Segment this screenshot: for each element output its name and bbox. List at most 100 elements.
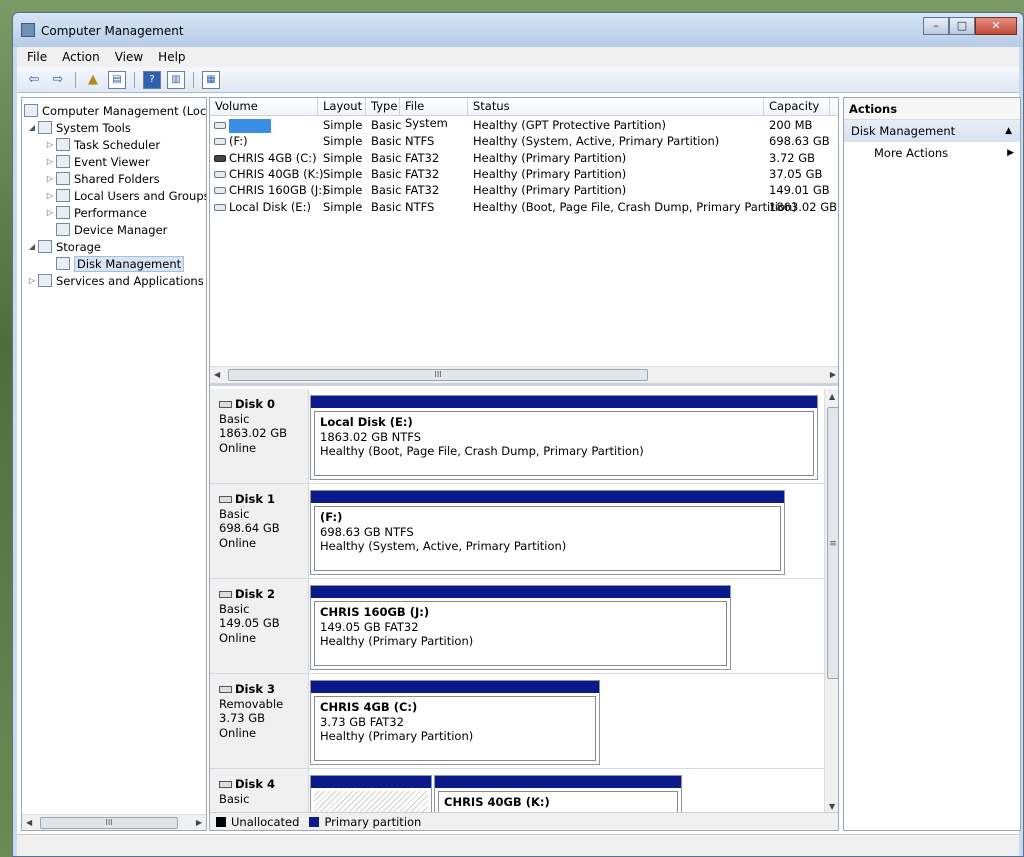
scroll-down-icon[interactable]: ▼ xyxy=(829,802,835,811)
menu-file[interactable]: File xyxy=(27,50,47,64)
tree-item-device-manager[interactable]: Device Manager xyxy=(56,221,167,238)
tree-item-services-applications[interactable]: ▷ Services and Applications xyxy=(26,272,204,289)
maximize-button[interactable]: □ xyxy=(949,17,975,35)
volume-row[interactable]: CHRIS 40GB (K:) Simple Basic FAT32 Healthy (… xyxy=(210,166,838,182)
expand-icon[interactable]: ▷ xyxy=(44,174,56,183)
scroll-right-icon[interactable]: ▶ xyxy=(196,818,202,827)
disk-size: 149.05 GB xyxy=(219,616,280,630)
tree-item-local-users-groups[interactable]: ▷ Local Users and Groups xyxy=(44,187,207,204)
title-bar[interactable]: Computer Management – □ ✕ xyxy=(13,13,1023,47)
status-cell: Healthy (GPT Protective Partition) xyxy=(473,118,667,132)
event-viewer-icon xyxy=(56,155,70,168)
volume-row[interactable]: Simple Basic Healthy (GPT Protective Parti… xyxy=(210,117,838,133)
partition-block[interactable]: Local Disk (E:) 1863.02 GB NTFS Healthy (B… xyxy=(310,395,818,480)
scroll-left-icon[interactable]: ◀ xyxy=(26,818,32,827)
show-hide-tree-icon[interactable]: ▤ xyxy=(108,70,126,89)
up-folder-icon[interactable]: ▲ xyxy=(84,71,102,89)
help-icon[interactable]: ? xyxy=(143,70,161,89)
tree-item-task-scheduler[interactable]: ▷ Task Scheduler xyxy=(44,136,160,153)
tree-item-storage[interactable]: ◢ Storage xyxy=(26,238,101,255)
menu-view[interactable]: View xyxy=(115,50,143,64)
computer-management-window: Computer Management – □ ✕ File Action Vi… xyxy=(12,12,1024,857)
forward-arrow-icon[interactable]: ⇨ xyxy=(49,71,67,89)
menu-help[interactable]: Help xyxy=(158,50,185,64)
more-actions-item[interactable]: More Actions ▶ xyxy=(844,142,1020,164)
tree-item-computer-management[interactable]: Computer Management (Local xyxy=(24,102,206,119)
scroll-left-icon[interactable]: ◀ xyxy=(214,370,220,379)
volume-row[interactable]: CHRIS 4GB (C:) Simple Basic FAT32 Healthy (P… xyxy=(210,150,838,166)
disk-label[interactable]: Disk 1 Basic 698.64 GB Online xyxy=(210,484,309,578)
unallocated-swatch xyxy=(216,816,226,827)
tree-item-event-viewer[interactable]: ▷ Event Viewer xyxy=(44,153,150,170)
tree-item-label: Local Users and Groups xyxy=(74,188,207,203)
status-cell: Healthy (Primary Partition) xyxy=(473,150,627,165)
scroll-thumb[interactable]: III xyxy=(40,817,178,829)
layout-cell: Simple xyxy=(323,150,363,165)
partition-block[interactable]: (F:) 698.63 GB NTFS Healthy (System, Activ… xyxy=(310,490,785,575)
partition-name: CHRIS 4GB (C:) xyxy=(320,700,418,714)
volume-cell: CHRIS 40GB (K:) xyxy=(214,166,324,182)
scroll-thumb[interactable]: III xyxy=(228,369,648,381)
tools-icon xyxy=(38,121,52,134)
disk-view-vertical-scrollbar[interactable]: ▲ ≡ ▼ xyxy=(824,389,838,814)
shared-folder-icon xyxy=(56,172,70,185)
volume-row[interactable]: CHRIS 160GB (J:) Simple Basic FAT32 Healthy … xyxy=(210,182,838,198)
column-capacity[interactable]: Capacity xyxy=(764,98,830,116)
partition-block[interactable]: CHRIS 4GB (C:) 3.73 GB FAT32 Healthy (Prim… xyxy=(310,680,600,765)
volume-list-horizontal-scrollbar[interactable]: ◀ III ▶ xyxy=(210,366,838,383)
hard-disk-icon xyxy=(219,496,232,503)
back-arrow-icon[interactable]: ⇦ xyxy=(25,71,43,89)
tree-item-system-tools[interactable]: ◢ System Tools xyxy=(26,119,131,136)
column-volume[interactable]: Volume xyxy=(210,98,318,116)
column-file-system[interactable]: File System xyxy=(400,98,468,130)
scroll-up-icon[interactable]: ▲ xyxy=(829,392,835,401)
show-hide-action-pane-icon[interactable]: ▥ xyxy=(167,70,185,89)
expand-icon[interactable]: ▷ xyxy=(44,191,56,200)
disk-row: Disk 1 Basic 698.64 GB Online (F:) 698.63 GB… xyxy=(210,484,824,579)
volume-cell: Local Disk (E:) xyxy=(214,199,311,215)
volume-cell: CHRIS 4GB (C:) xyxy=(214,150,317,166)
unallocated-hatch xyxy=(314,791,428,814)
disk-type: Basic xyxy=(219,411,250,426)
column-status[interactable]: Status xyxy=(468,98,764,116)
drive-icon xyxy=(214,187,226,195)
disk-type: Basic xyxy=(219,791,250,806)
unallocated-block[interactable] xyxy=(310,775,432,814)
tree-item-shared-folders[interactable]: ▷ Shared Folders xyxy=(44,170,160,187)
volume-row[interactable]: (F:) Simple Basic NTFS Healthy (System, Acti… xyxy=(210,133,838,149)
volume-list-header: Volume Layout Type File System Status Ca… xyxy=(210,98,838,130)
minimize-button[interactable]: – xyxy=(923,17,949,35)
scroll-right-icon[interactable]: ▶ xyxy=(830,370,836,379)
fs-cell: FAT32 xyxy=(405,166,440,181)
volume-cell: (F:) xyxy=(214,133,248,149)
disk-name-text: Disk 1 xyxy=(235,492,275,506)
expand-icon[interactable]: ▷ xyxy=(44,157,56,166)
disk-graphical-view: Disk 0 Basic 1863.02 GB Online Local Disk (E… xyxy=(210,389,824,814)
collapse-icon[interactable]: ◢ xyxy=(26,242,38,251)
menu-action[interactable]: Action xyxy=(62,50,100,64)
tree-horizontal-scrollbar[interactable]: ◀ III ▶ xyxy=(22,814,206,830)
collapse-arrow-icon[interactable]: ▲ xyxy=(1005,120,1012,142)
actions-section-disk-management[interactable]: Disk Management ▲ xyxy=(844,120,1020,142)
disk-label[interactable]: Disk 2 Basic 149.05 GB Online xyxy=(210,579,309,673)
volume-row[interactable]: Local Disk (E:) Simple Basic NTFS Healthy (B… xyxy=(210,199,838,215)
client-area: Computer Management (Local ◢ System Tools… xyxy=(17,93,1021,834)
expand-icon[interactable]: ▷ xyxy=(26,276,38,285)
close-button[interactable]: ✕ xyxy=(975,17,1017,35)
disk-label[interactable]: Disk 3 Removable 3.73 GB Online xyxy=(210,674,309,768)
column-type[interactable]: Type xyxy=(366,98,400,116)
capacity-cell: 149.01 GB xyxy=(769,183,830,198)
partition-block[interactable]: CHRIS 160GB (J:) 149.05 GB FAT32 Healthy (… xyxy=(310,585,731,670)
disk-label[interactable]: Disk 0 Basic 1863.02 GB Online xyxy=(210,389,309,483)
tree-item-disk-management[interactable]: Disk Management xyxy=(56,255,185,272)
disk-label[interactable]: Disk 4 Basic xyxy=(210,769,309,814)
tree-item-performance[interactable]: ▷ Performance xyxy=(44,204,147,221)
volume-name: (F:) xyxy=(229,134,248,149)
column-layout[interactable]: Layout xyxy=(318,98,366,116)
expand-icon[interactable]: ▷ xyxy=(44,208,56,217)
scroll-thumb[interactable]: ≡ xyxy=(827,407,838,679)
collapse-icon[interactable]: ◢ xyxy=(26,123,38,132)
partition-block[interactable]: CHRIS 40GB (K:) xyxy=(434,775,682,814)
properties-icon[interactable]: ▦ xyxy=(202,70,220,89)
expand-icon[interactable]: ▷ xyxy=(44,140,56,149)
